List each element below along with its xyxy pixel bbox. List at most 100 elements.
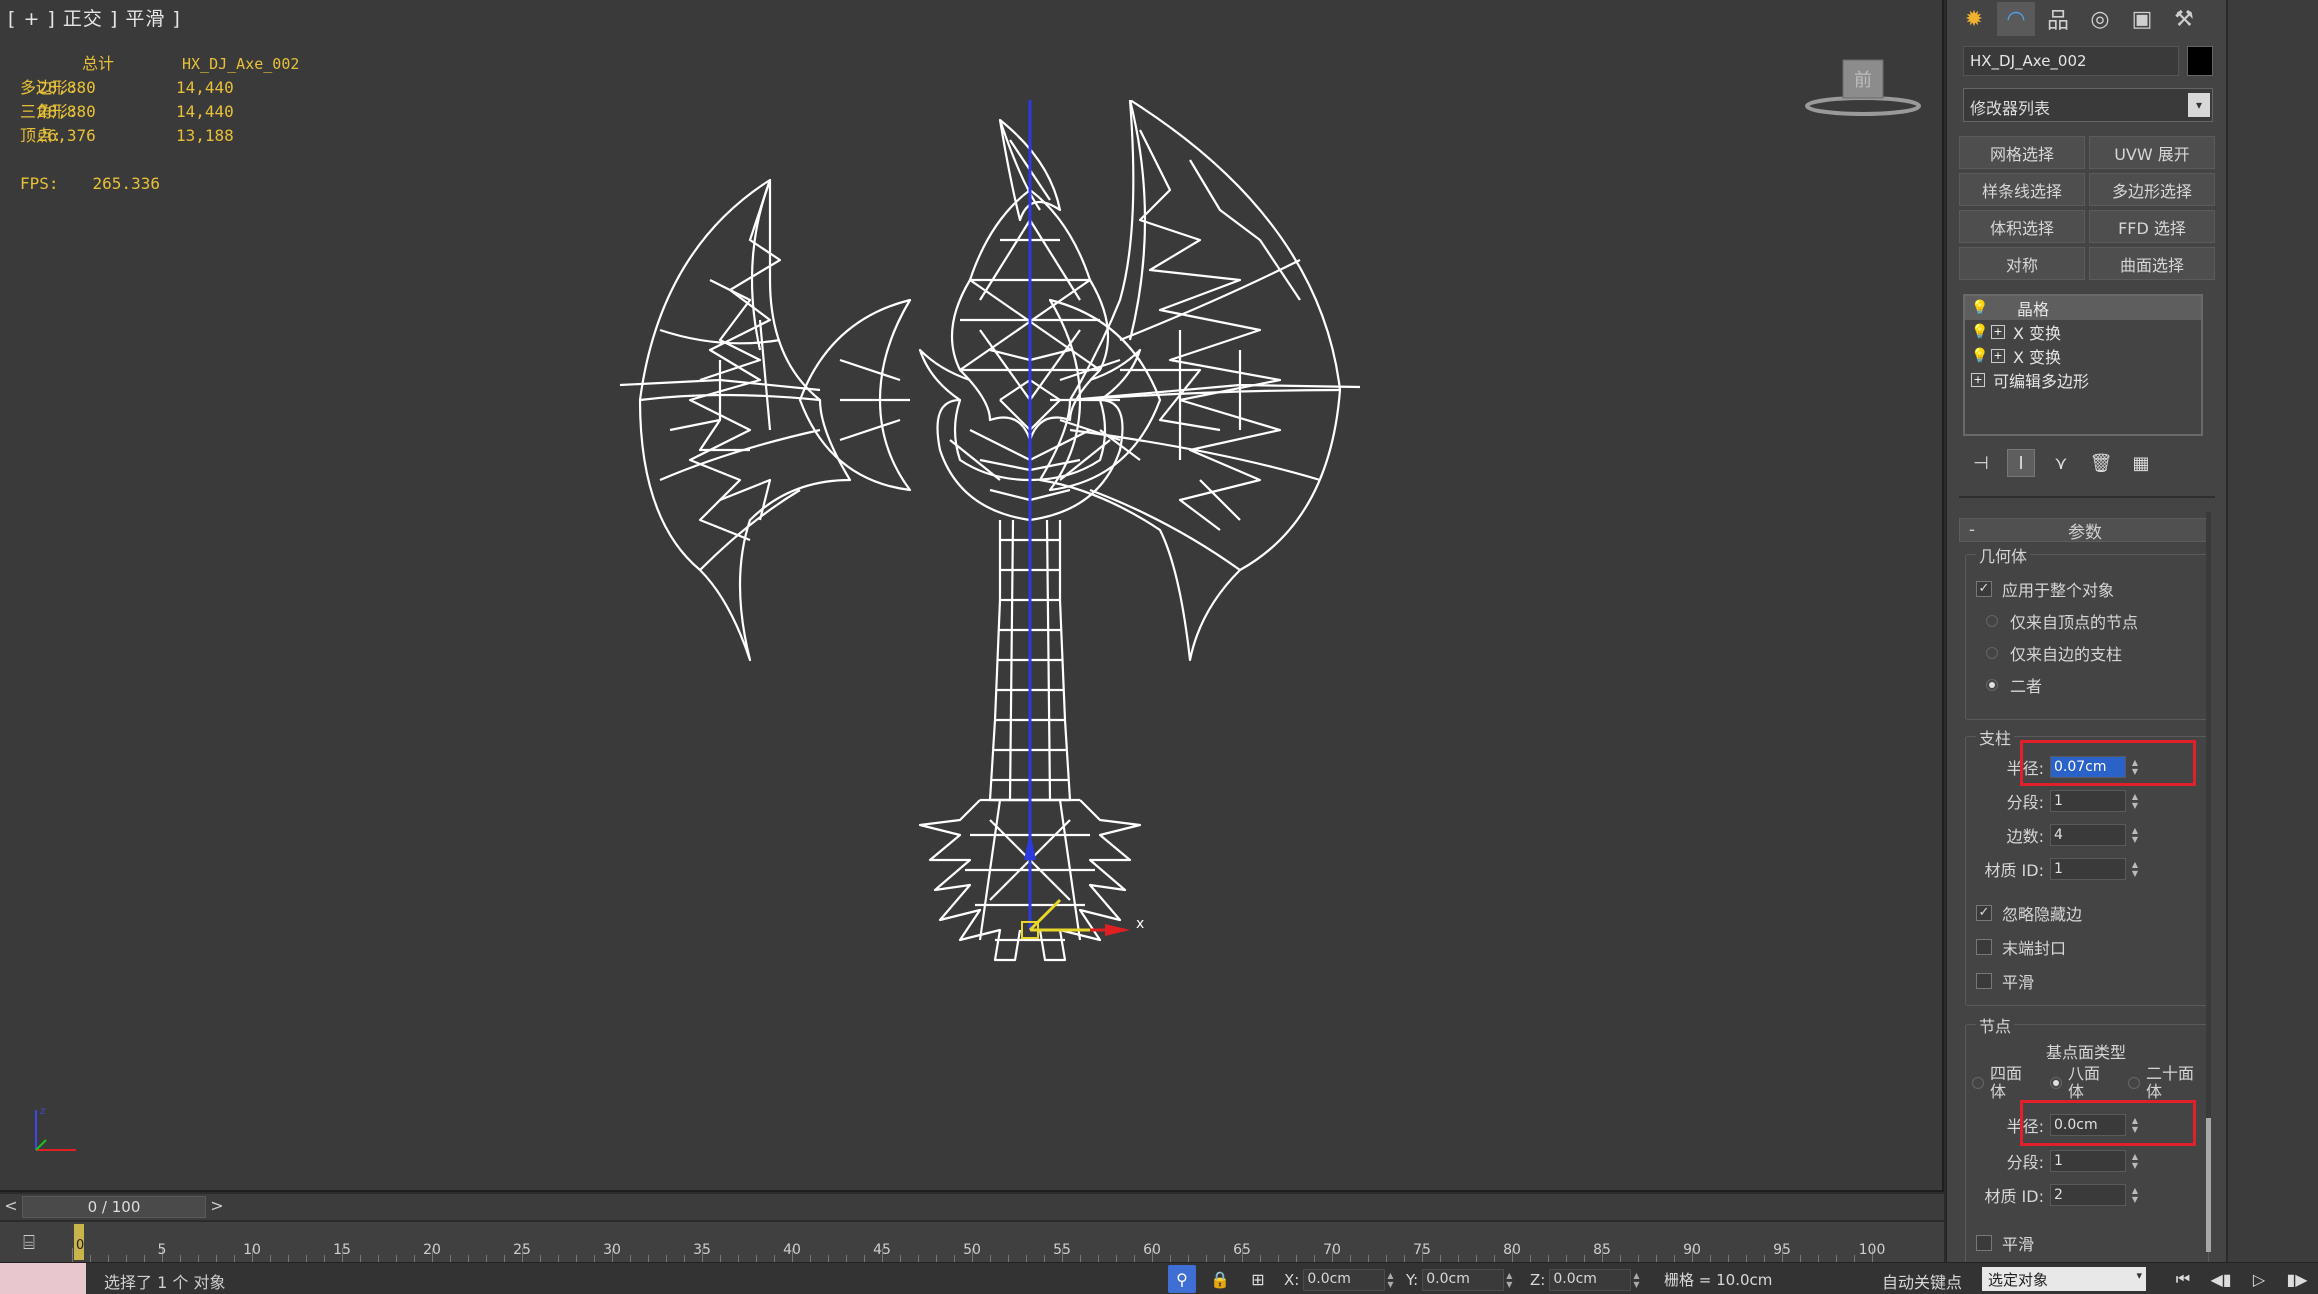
lightbulb-icon[interactable]: 💡 (1971, 324, 1988, 340)
strut-sides-input[interactable]: 4 (2050, 824, 2126, 846)
octa-radio[interactable]: 八面体 (2050, 1065, 2130, 1101)
configure-sets-icon[interactable]: ▦ (2127, 449, 2155, 477)
modifier-list-dropdown[interactable]: 修改器列表 ▾ (1963, 88, 2213, 122)
spinner-arrows-icon[interactable]: ▲ ▼ (1387, 1271, 1393, 1289)
strut-matid-input[interactable]: 1 (2050, 858, 2126, 880)
spinner-arrows-icon[interactable]: ▲ ▼ (1633, 1271, 1639, 1289)
both-radio[interactable]: 二者 (1986, 673, 2042, 697)
radio-dot[interactable] (1986, 647, 1998, 659)
curve-editor-icon[interactable]: ⌸ (6, 1226, 52, 1258)
modifier-stack[interactable]: 💡 晶格 💡 + X 变换 💡 + X 变换 + 可编辑多边形 (1963, 294, 2203, 436)
create-icon[interactable]: ✹ (1955, 2, 1993, 36)
next-frame-icon[interactable]: ▮▶ (2282, 1267, 2312, 1291)
joint-matid-spinner[interactable]: 材质 ID: 2 ▲ ▼ (1966, 1183, 2142, 1207)
spinner-arrows-icon[interactable]: ▲ ▼ (2128, 858, 2142, 880)
tetra-radio[interactable]: 四面体 (1972, 1065, 2052, 1101)
struts-only-radio[interactable]: 仅来自边的支柱 (1986, 641, 2122, 665)
radio-dot[interactable] (1986, 679, 1998, 691)
vol-select-button[interactable]: 体积选择 (1959, 210, 2085, 243)
lightbulb-icon[interactable]: 💡 (1971, 300, 1988, 316)
radio-dot[interactable] (2128, 1077, 2140, 1089)
display-icon[interactable]: ▣ (2123, 2, 2161, 36)
expand-icon[interactable]: + (1971, 373, 1985, 387)
go-to-start-icon[interactable]: ⏮ (2168, 1267, 2198, 1291)
checkbox-box[interactable] (1976, 1235, 1992, 1251)
strut-smooth-checkbox[interactable]: 平滑 (1976, 969, 2034, 993)
axe-wireframe-model[interactable]: x (600, 100, 1360, 1100)
prev-frame-button[interactable]: < (2, 1196, 20, 1218)
radio-dot[interactable] (2050, 1077, 2062, 1089)
lightbulb-icon[interactable]: 💡 (1971, 348, 1988, 364)
strut-segments-input[interactable]: 1 (2050, 790, 2126, 812)
expand-icon[interactable]: + (1991, 325, 2005, 339)
strut-matid-spinner[interactable]: 材质 ID: 1 ▲ ▼ (1966, 857, 2142, 881)
apply-whole-object-checkbox[interactable]: ✓ 应用于整个对象 (1976, 577, 2114, 601)
viewport-label[interactable]: [ + ] 正交 ] 平滑 ] (8, 4, 181, 31)
ignore-hidden-checkbox[interactable]: ✓ 忽略隐藏边 (1976, 901, 2082, 925)
poly-select-button[interactable]: 多边形选择 (2089, 173, 2215, 206)
collapse-icon[interactable]: - (1960, 520, 1984, 540)
previous-frame-icon[interactable]: ◀▮ (2206, 1267, 2236, 1291)
spinner-arrows-icon[interactable]: ▲ ▼ (2128, 1184, 2142, 1206)
joint-matid-input[interactable]: 2 (2050, 1184, 2126, 1206)
absolute-mode-icon[interactable]: ⊞ (1244, 1265, 1272, 1293)
maxscript-listener-mini[interactable] (0, 1263, 86, 1294)
joint-segments-spinner[interactable]: 分段: 1 ▲ ▼ (1966, 1149, 2142, 1173)
motion-icon[interactable]: ◎ (2081, 2, 2119, 36)
time-slider[interactable]: < 0 / 100 > (0, 1194, 1944, 1220)
expand-icon[interactable]: + (1991, 349, 2005, 363)
hierarchy-icon[interactable]: 品 (2039, 2, 2077, 36)
radio-dot[interactable] (1986, 615, 1998, 627)
make-unique-icon[interactable]: ⋎ (2047, 449, 2075, 477)
utilities-icon[interactable]: ⚒ (2165, 2, 2203, 36)
checkbox-box[interactable]: ✓ (1976, 905, 1992, 921)
spinner-arrows-icon[interactable]: ▲ ▼ (2128, 790, 2142, 812)
stack-item-xform[interactable]: 💡 + X 变换 (1965, 320, 2201, 344)
stack-item-lattice[interactable]: 💡 晶格 (1965, 296, 2201, 320)
checkbox-box[interactable] (1976, 939, 1992, 955)
object-color-swatch[interactable] (2187, 46, 2213, 76)
spinner-arrows-icon[interactable]: ▲ ▼ (2128, 1150, 2142, 1172)
y-input[interactable]: 0.0cm (1422, 1269, 1505, 1291)
z-input[interactable]: 0.0cm (1549, 1269, 1632, 1291)
joint-smooth-checkbox[interactable]: 平滑 (1976, 1231, 2034, 1255)
stack-item-xform[interactable]: 💡 + X 变换 (1965, 344, 2201, 368)
modify-icon[interactable]: ◠ (1997, 2, 2035, 36)
viewcube[interactable]: 前 (1805, 56, 1921, 122)
rollout-header[interactable]: - 参数 (1959, 518, 2211, 543)
joints-only-radio[interactable]: 仅来自顶点的节点 (1986, 609, 2138, 633)
strut-sides-spinner[interactable]: 边数: 4 ▲ ▼ (1966, 823, 2142, 847)
uvw-unwrap-button[interactable]: UVW 展开 (2089, 136, 2215, 169)
strut-segments-spinner[interactable]: 分段: 1 ▲ ▼ (1966, 789, 2142, 813)
lock-icon[interactable]: 🔒 (1206, 1265, 1234, 1293)
play-icon[interactable]: ▷ (2244, 1267, 2274, 1291)
checkbox-box[interactable] (1976, 973, 1992, 989)
panel-scrollbar-thumb[interactable] (2206, 1118, 2211, 1252)
surface-select-button[interactable]: 曲面选择 (2089, 247, 2215, 280)
spinner-arrows-icon[interactable]: ▲ ▼ (2128, 824, 2142, 846)
stack-item-editable-poly[interactable]: + 可编辑多边形 (1965, 368, 2201, 392)
spline-select-button[interactable]: 样条线选择 (1959, 173, 2085, 206)
object-name-field[interactable]: HX_DJ_Axe_002 (1963, 46, 2179, 76)
checkbox-box[interactable]: ✓ (1976, 581, 1992, 597)
pin-stack-icon[interactable]: ⊣ (1967, 449, 1995, 477)
frame-ruler[interactable]: 5 10 15 20 25 30 35 40 45 50 55 60 65 70 75 80 85 90 95 100 (72, 1222, 1885, 1262)
next-frame-button[interactable]: > (208, 1196, 226, 1218)
ffd-select-button[interactable]: FFD 选择 (2089, 210, 2215, 243)
end-caps-checkbox[interactable]: 末端封口 (1976, 935, 2066, 959)
selection-set-dropdown[interactable]: 选定对象 ▾ (1982, 1267, 2146, 1291)
joint-segments-input[interactable]: 1 (2050, 1150, 2126, 1172)
spinner-arrows-icon[interactable]: ▲ ▼ (1506, 1271, 1512, 1289)
show-end-result-icon[interactable]: Ⅰ (2007, 449, 2035, 477)
isolate-selection-icon[interactable]: ⚲ (1168, 1265, 1196, 1293)
track-bar[interactable]: ⌸ 0 5 10 15 20 25 30 35 40 45 50 55 60 65 70 75 80 85 90 9… (0, 1222, 1944, 1262)
chevron-down-icon[interactable]: ▾ (2188, 93, 2210, 117)
symmetry-button[interactable]: 对称 (1959, 247, 2085, 280)
remove-modifier-icon[interactable]: 🗑 (2087, 449, 2115, 477)
perspective-viewport[interactable]: [ + ] 正交 ] 平滑 ] 总计 HX_DJ_Axe_002 多边形: 28… (0, 0, 1944, 1192)
mesh-select-button[interactable]: 网格选择 (1959, 136, 2085, 169)
time-slider-thumb[interactable]: 0 / 100 (22, 1196, 206, 1218)
icosa-radio[interactable]: 二十面体 (2128, 1065, 2210, 1101)
x-input[interactable]: 0.0cm (1303, 1269, 1386, 1291)
radio-dot[interactable] (1972, 1077, 1984, 1089)
